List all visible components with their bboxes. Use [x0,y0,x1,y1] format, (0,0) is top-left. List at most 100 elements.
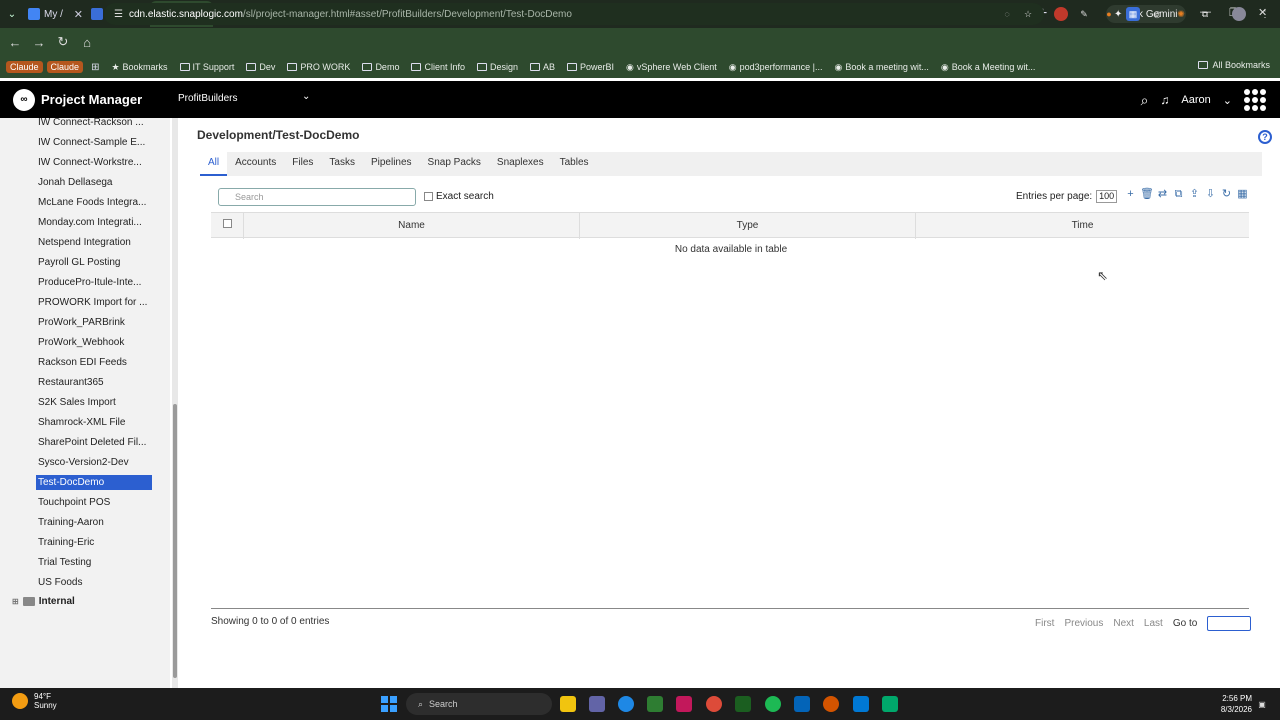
notification-icon[interactable]: ▣ [1254,696,1270,712]
clock[interactable]: 2:56 PM 8/3/2026 [1221,693,1252,715]
grid-view-icon[interactable]: ▦ [1236,188,1249,201]
help-icon[interactable]: ? [1258,130,1272,144]
outlook-icon[interactable] [794,696,810,712]
expand-icon[interactable]: ⊞ [12,597,19,606]
browser-menu-icon[interactable]: ⋮ [1258,7,1272,21]
select-all-checkbox[interactable] [222,219,232,228]
sidebar-item[interactable]: Restaurant365 [36,375,152,390]
site-info-icon[interactable]: ☰ [114,9,123,20]
extension-spark-icon[interactable]: ✺ [1174,7,1188,21]
sidebar-item[interactable]: Rackson EDI Feeds [36,355,152,370]
url-field[interactable]: ☰ cdn.elastic.snaplogic.com/sl/project-m… [104,3,1044,25]
extension-red-icon[interactable] [1054,7,1068,21]
sidebar-item[interactable]: McLane Foods Integra... [36,195,152,210]
exact-search-checkbox[interactable]: Exact search [424,191,494,202]
add-icon[interactable]: + [1124,188,1137,201]
back-icon[interactable]: ← [3,35,27,50]
home-icon[interactable]: ⌂ [75,35,99,50]
profile-avatar[interactable] [1232,7,1246,21]
last-button[interactable]: Last [1144,618,1163,629]
tab-files[interactable]: Files [284,152,321,176]
taskbar-search[interactable]: ⌕ Search [406,693,552,715]
refresh-icon[interactable]: ↻ [1220,188,1233,201]
extension-grid-icon[interactable]: ▦ [1126,7,1140,21]
first-button[interactable]: First [1035,618,1054,629]
search-input[interactable]: Search [218,188,416,206]
sidebar-item[interactable]: ProducePro-Itule-Inte... [36,275,152,290]
sidebar-item[interactable]: Touchpoint POS [36,495,152,510]
excel-icon[interactable] [647,696,663,712]
tab-search-icon[interactable]: ⌄ [0,0,24,28]
sidebar-item[interactable]: IW Connect-Sample E... [36,135,152,150]
file-explorer-icon[interactable] [560,696,576,712]
sidebar-item[interactable]: Shamrock-XML File [36,415,152,430]
eyedropper-icon[interactable]: ✎ [1077,7,1091,21]
all-bookmarks-button[interactable]: All Bookmarks [1198,60,1270,70]
user-chevron-icon[interactable]: ⌄ [1223,94,1232,107]
app-pink-icon[interactable] [676,696,692,712]
sidebar-item[interactable]: Training-Aaron [36,515,152,530]
tab-pipelines[interactable]: Pipelines [363,152,420,176]
column-name[interactable]: Name [244,213,580,239]
tab-snaplexes[interactable]: Snaplexes [489,152,552,176]
sidebar-item[interactable]: Payroll GL Posting [36,255,152,270]
move-icon[interactable]: ⇄ [1156,188,1169,201]
sidebar-item[interactable]: ProWork_PARBrink [36,315,152,330]
upload-icon[interactable]: ⇪ [1188,188,1201,201]
next-button[interactable]: Next [1113,618,1134,629]
chevron-down-icon[interactable]: ⌄ [302,91,310,102]
sidebar-item[interactable]: IW Connect-Rackson ... [36,118,152,130]
apps-grid-icon[interactable]: ⊞ [91,62,99,73]
sidebar-item[interactable]: Training-Eric [36,535,152,550]
app-launcher-icon[interactable] [1244,89,1266,111]
sidebar-item[interactable]: Test-DocDemo [36,475,152,490]
sidebar-item[interactable]: Netspend Integration [36,235,152,250]
copy-icon[interactable]: ⧉ [1172,188,1185,201]
extensions-puzzle-icon[interactable]: ⧉ [1198,7,1212,21]
bookmark-item[interactable]: Demo [358,62,403,72]
sidebar-item[interactable]: US Foods [36,575,152,590]
bookmark-item[interactable]: Dev [242,62,279,72]
tree-item-internal[interactable]: ⊞ Internal [12,596,75,607]
sidebar-item[interactable]: Sysco-Version2-Dev [36,455,152,470]
spotify-icon[interactable] [765,696,781,712]
vscode-icon[interactable] [853,696,869,712]
edge-icon[interactable] [618,696,634,712]
bookmark-item[interactable]: Design [473,62,522,72]
excel-file-icon[interactable] [735,696,751,712]
bookmark-item[interactable]: Claude [46,61,84,73]
sidebar-item[interactable]: ProWork_Webhook [36,335,152,350]
bookmark-item[interactable]: PRO WORK [283,62,354,72]
claude-icon[interactable] [823,696,839,712]
app-green-icon[interactable] [882,696,898,712]
tab-accounts[interactable]: Accounts [227,152,284,176]
close-tab-icon[interactable]: ✕ [74,8,83,21]
bookmark-item[interactable]: Client Info [407,62,469,72]
bell-icon[interactable]: ♫ [1160,93,1169,107]
forward-icon[interactable]: → [27,35,51,50]
tab-all[interactable]: All [200,152,228,176]
column-type[interactable]: Type [580,213,916,239]
bookmark-star-icon[interactable]: ☆ [1021,7,1035,21]
sidebar-item[interactable]: PROWORK Import for ... [36,295,152,310]
goto-input[interactable] [1207,616,1252,631]
tab-snap-packs[interactable]: Snap Packs [420,152,489,176]
extension-swirl-icon[interactable]: ◎ [1150,7,1164,21]
extension-orange-icon[interactable]: ● [1102,7,1116,21]
search-icon[interactable]: ⌕ [1141,92,1149,109]
sidebar-item[interactable]: Jonah Dellasega [36,175,152,190]
bookmark-item[interactable]: ◉ Book a Meeting wit... [937,62,1039,73]
org-selector[interactable]: ProfitBuilders [178,93,237,104]
reload-icon[interactable]: ↻ [51,34,75,50]
bookmark-item[interactable]: IT Support [176,62,239,72]
delete-icon[interactable]: 🗑 [1140,188,1154,201]
scrollbar-thumb[interactable] [173,404,177,678]
weather-widget[interactable]: 94°F Sunny [12,692,57,710]
teams-icon[interactable] [589,696,605,712]
bookmark-item[interactable]: ◉ Book a meeting wit... [831,62,933,73]
column-time[interactable]: Time [916,213,1249,239]
sidebar-scrollbar[interactable] [172,118,178,688]
checkbox[interactable] [424,192,433,201]
tab-tables[interactable]: Tables [552,152,597,176]
sidebar-item[interactable]: S2K Sales Import [36,395,152,410]
